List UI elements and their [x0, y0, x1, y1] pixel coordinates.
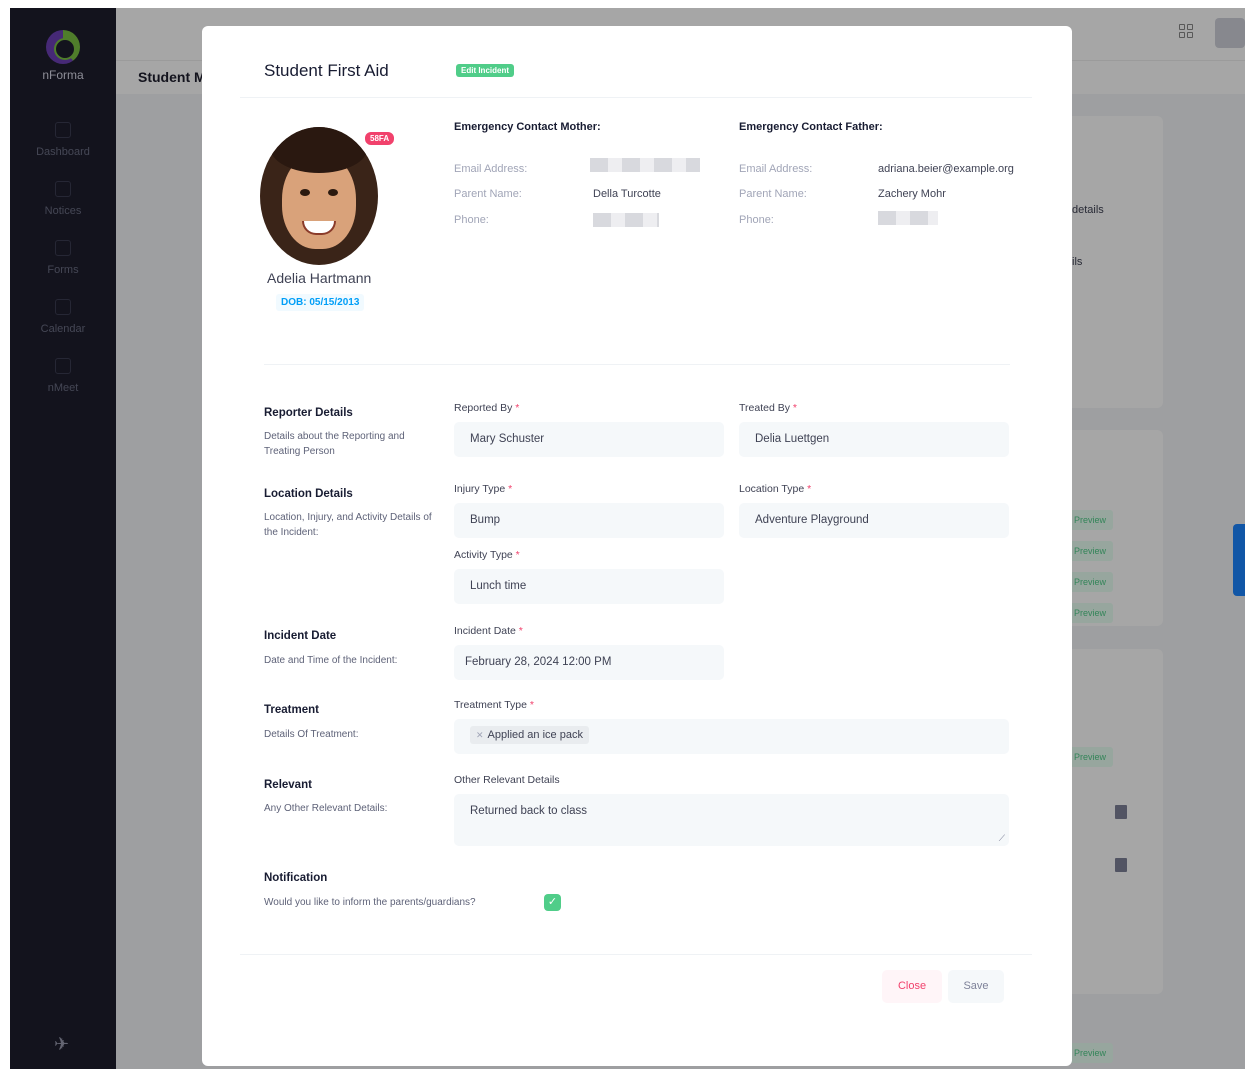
other-details-label: Other Relevant Details [454, 774, 560, 786]
treatment-type-multiselect[interactable]: ✕ Applied an ice pack [454, 719, 1009, 754]
divider [264, 364, 1010, 365]
reported-by-input[interactable]: Mary Schuster [454, 422, 724, 457]
student-name: Adelia Hartmann [267, 270, 372, 286]
mother-name: Della Turcotte [593, 188, 661, 200]
injury-type-select[interactable]: Bump [454, 503, 724, 538]
location-type-label: Location Type * [739, 483, 812, 495]
student-photo [260, 127, 378, 265]
close-button[interactable]: Close [882, 970, 942, 1003]
resize-handle-icon[interactable]: ⟋ [999, 833, 1005, 844]
edit-incident-badge: Edit Incident [456, 64, 514, 77]
mother-phone-redacted [593, 213, 659, 227]
incident-date-input[interactable]: February 28, 2024 12:00 PM [454, 645, 724, 680]
reported-by-label: Reported By * [454, 402, 520, 414]
treated-by-input[interactable]: Delia Luettgen [739, 422, 1009, 457]
notify-parents-checkbox[interactable]: ✓ [544, 894, 561, 911]
injury-type-label: Injury Type * [454, 483, 513, 495]
remove-tag-icon[interactable]: ✕ [476, 730, 484, 740]
location-type-select[interactable]: Adventure Playground [739, 503, 1009, 538]
father-phone-redacted [878, 211, 938, 225]
student-id-badge: 58FA [363, 130, 397, 147]
mother-contact-title: Emergency Contact Mother: [454, 121, 601, 133]
student-dob: DOB: 05/15/2013 [276, 294, 365, 311]
father-name: Zachery Mohr [878, 188, 946, 200]
activity-type-select[interactable]: Lunch time [454, 569, 724, 604]
other-details-textarea[interactable]: Returned back to class ⟋ [454, 794, 1009, 846]
father-email: adriana.beier@example.org [878, 163, 1014, 175]
mother-email-redacted [590, 158, 700, 172]
incident-date-label: Incident Date * [454, 625, 523, 637]
treatment-tag: ✕ Applied an ice pack [470, 726, 589, 744]
treatment-type-label: Treatment Type * [454, 699, 534, 711]
father-contact-title: Emergency Contact Father: [739, 121, 883, 133]
save-button[interactable]: Save [948, 970, 1004, 1003]
activity-type-label: Activity Type * [454, 549, 520, 561]
modal-header: Student First Aid Edit Incident [240, 38, 1032, 98]
first-aid-modal: Student First Aid Edit Incident 58FA Ade… [202, 26, 1072, 1066]
modal-title: Student First Aid [264, 61, 389, 80]
treated-by-label: Treated By * [739, 402, 797, 414]
modal-footer [240, 954, 1032, 955]
